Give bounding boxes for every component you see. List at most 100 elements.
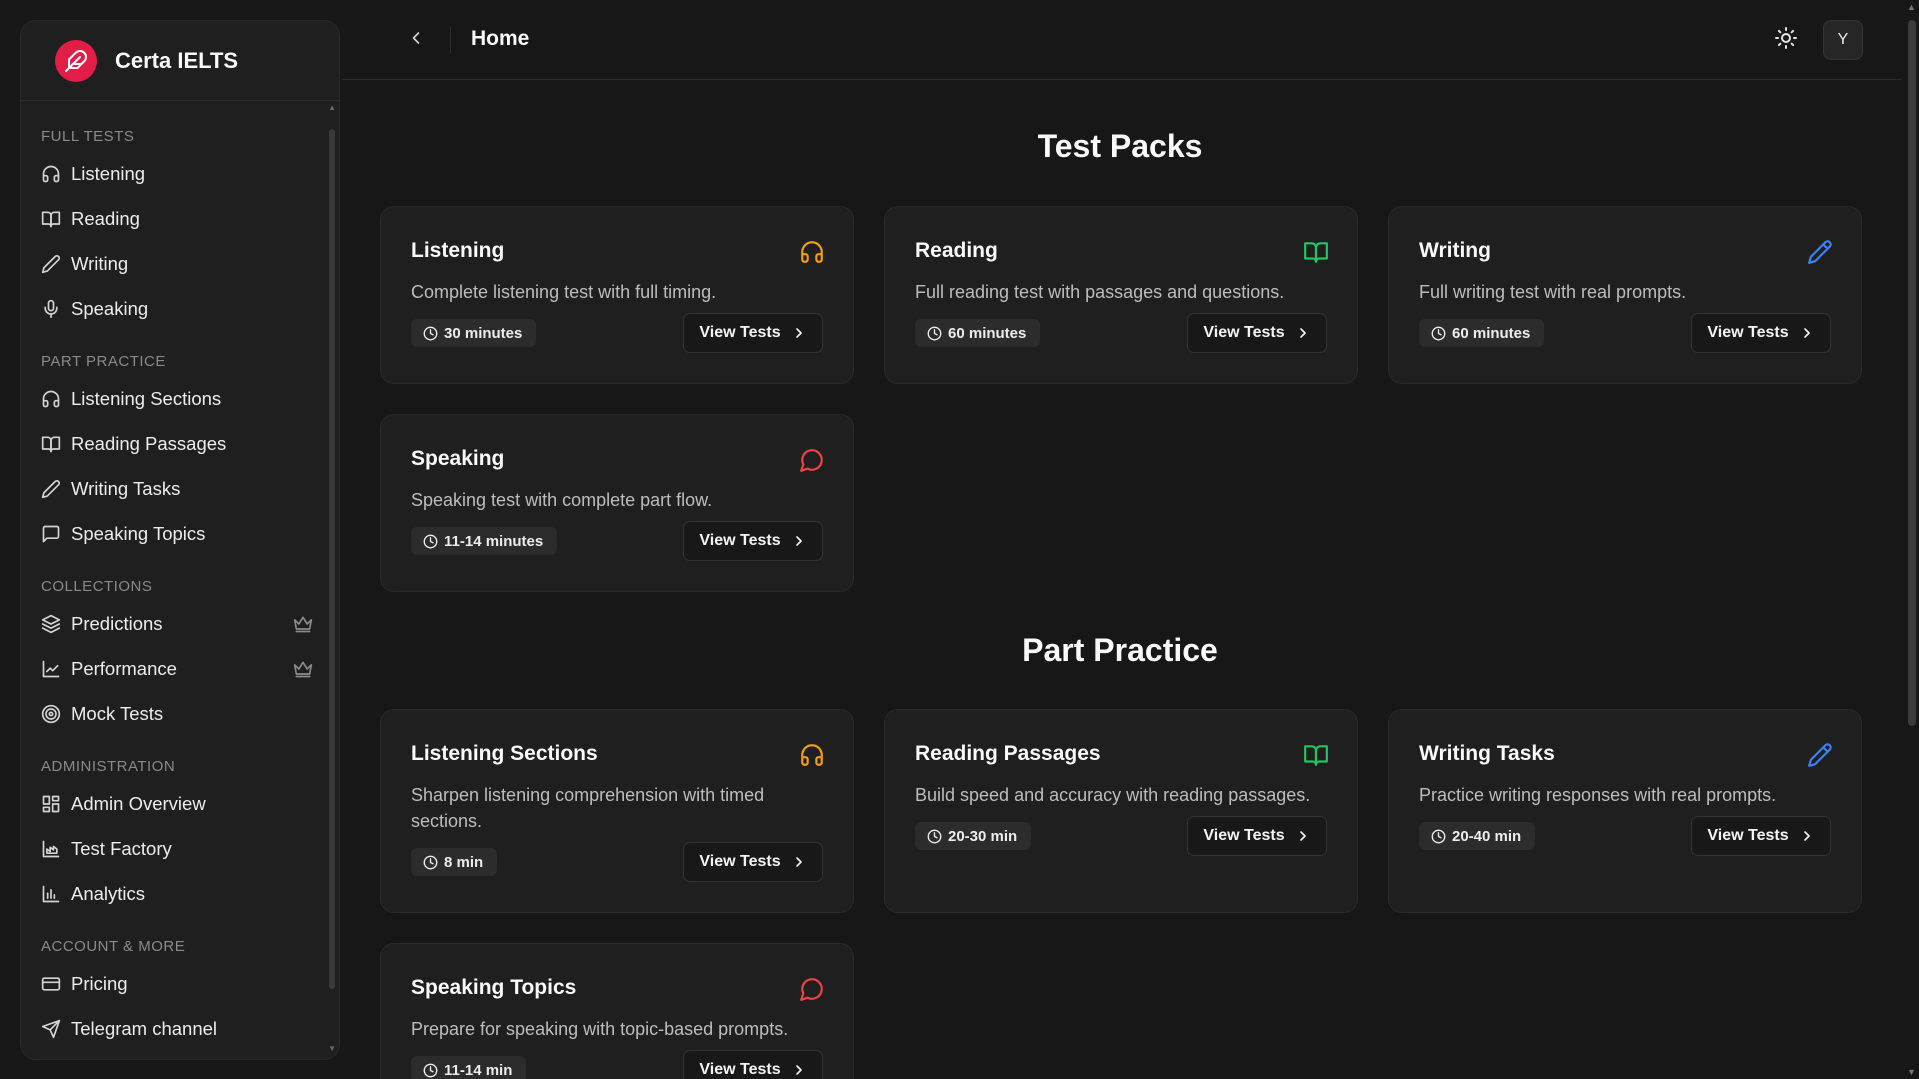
- card-description: Complete listening test with full timing…: [411, 282, 717, 302]
- sidebar-item-speaking[interactable]: Speaking: [21, 286, 321, 331]
- book-icon: [41, 434, 61, 454]
- main-scrollbar[interactable]: ▲ ▼: [1904, 0, 1919, 1079]
- card-title: Listening: [411, 239, 505, 262]
- sidebar-item-label: Reading: [71, 207, 140, 229]
- duration-text: 20-30 min: [948, 827, 1018, 845]
- headphones-icon: [799, 742, 825, 768]
- duration-badge: 11-14 min: [411, 1056, 527, 1079]
- avatar[interactable]: Y: [1823, 20, 1863, 60]
- book-icon: [1303, 742, 1329, 768]
- chevron-right-icon: [791, 1062, 807, 1078]
- credit-card-icon: [41, 974, 61, 994]
- clock-icon: [927, 326, 942, 341]
- chevron-right-icon: [1295, 828, 1311, 844]
- chat-icon: [41, 524, 61, 544]
- button-label: View Tests: [699, 532, 781, 549]
- sidebar-scrollbar-thumb[interactable]: [329, 129, 335, 989]
- duration-badge: 20-40 min: [1419, 822, 1536, 850]
- sidebar-item-label: Reading Passages: [71, 432, 227, 454]
- sidebar-item-label: Speaking: [71, 297, 149, 319]
- clock-icon: [1431, 326, 1446, 341]
- sidebar-item-writing[interactable]: Writing: [21, 241, 321, 286]
- sidebar-item-listening-sections[interactable]: Listening Sections: [21, 376, 321, 421]
- pencil-icon: [41, 479, 61, 499]
- app-root: Certa IELTS FULL TESTS Listening Reading…: [0, 0, 1919, 1079]
- sidebar-scrollbar[interactable]: [329, 129, 335, 989]
- sidebar-item-writing-tasks[interactable]: Writing Tasks: [21, 466, 321, 511]
- back-button[interactable]: [402, 26, 430, 54]
- mic-icon: [41, 299, 61, 319]
- brand[interactable]: Certa IELTS: [21, 21, 339, 101]
- sidebar-item-analytics[interactable]: Analytics: [21, 871, 321, 916]
- pencil-icon: [1807, 239, 1833, 265]
- pencil-icon: [41, 254, 61, 274]
- chevron-left-icon: [406, 28, 426, 53]
- top-header: Home Y: [342, 0, 1902, 80]
- sidebar-item-label: Predictions: [71, 612, 163, 634]
- card-title: Reading Passages: [915, 742, 1101, 765]
- target-icon: [41, 704, 61, 724]
- clock-icon: [423, 855, 438, 870]
- sidebar-item-label: Mock Tests: [71, 702, 164, 724]
- card-title: Writing: [1419, 239, 1491, 262]
- button-label: View Tests: [699, 324, 781, 341]
- feather-logo-icon: [55, 39, 97, 82]
- scroll-down-icon[interactable]: ▼: [1907, 1067, 1916, 1077]
- page-title: Home: [471, 27, 530, 50]
- view-tests-button[interactable]: View Tests: [1187, 313, 1327, 353]
- sidebar-item-reading[interactable]: Reading: [21, 196, 321, 241]
- button-label: View Tests: [1707, 827, 1789, 844]
- sidebar-item-label: Admin Overview: [71, 792, 206, 814]
- view-tests-button[interactable]: View Tests: [683, 842, 823, 882]
- card-listening-sections: Listening Sections Sharpen listening com…: [380, 709, 854, 913]
- sidebar-item-admin-overview[interactable]: Admin Overview: [21, 781, 321, 826]
- card-description: Prepare for speaking with topic-based pr…: [411, 1019, 789, 1039]
- duration-text: 60 minutes: [1452, 324, 1531, 342]
- sidebar-item-label: Speaking Topics: [71, 522, 206, 544]
- button-label: View Tests: [699, 1061, 781, 1078]
- sidebar-item-mock-tests[interactable]: Mock Tests: [21, 691, 321, 736]
- sidebar-item-label: Telegram channel: [71, 1017, 218, 1039]
- clock-icon: [1431, 829, 1446, 844]
- sidebar-item-telegram-channel[interactable]: Telegram channel: [21, 1006, 321, 1051]
- sidebar-scroll-up-icon[interactable]: ▲: [328, 103, 336, 112]
- chevron-right-icon: [1295, 325, 1311, 341]
- sun-icon: [1774, 26, 1798, 55]
- view-tests-button[interactable]: View Tests: [1691, 816, 1831, 856]
- card-writing: Writing Full writing test with real prom…: [1388, 206, 1862, 384]
- duration-badge: 60 minutes: [1419, 319, 1545, 347]
- scroll-up-icon[interactable]: ▲: [1907, 2, 1916, 12]
- duration-text: 8 min: [444, 853, 484, 871]
- sidebar-item-pricing[interactable]: Pricing: [21, 961, 321, 1006]
- sidebar-item-test-factory[interactable]: Test Factory: [21, 826, 321, 871]
- chevron-right-icon: [791, 533, 807, 549]
- book-icon: [41, 209, 61, 229]
- chevron-right-icon: [1799, 828, 1815, 844]
- view-tests-button[interactable]: View Tests: [683, 313, 823, 353]
- card-description: Full reading test with passages and ques…: [915, 282, 1285, 302]
- clock-icon: [423, 326, 438, 341]
- card-speaking-topics: Speaking Topics Prepare for speaking wit…: [380, 943, 854, 1079]
- card-reading: Reading Full reading test with passages …: [884, 206, 1358, 384]
- sidebar-item-speaking-topics[interactable]: Speaking Topics: [21, 511, 321, 556]
- main-scrollbar-thumb[interactable]: [1908, 20, 1916, 726]
- sidebar-item-label: Pricing: [71, 972, 128, 994]
- view-tests-button[interactable]: View Tests: [1691, 313, 1831, 353]
- sidebar-item-reading-passages[interactable]: Reading Passages: [21, 421, 321, 466]
- theme-toggle-button[interactable]: [1768, 22, 1804, 58]
- sidebar-scroll-down-icon[interactable]: ▼: [328, 1044, 336, 1053]
- view-tests-button[interactable]: View Tests: [1187, 816, 1327, 856]
- view-tests-button[interactable]: View Tests: [683, 1050, 823, 1079]
- sidebar-item-listening[interactable]: Listening: [21, 151, 321, 196]
- sidebar-item-predictions[interactable]: Predictions: [21, 601, 321, 646]
- duration-text: 11-14 min: [444, 1061, 513, 1079]
- card-title: Reading: [915, 239, 998, 262]
- card-listening: Listening Complete listening test with f…: [380, 206, 854, 384]
- sidebar-item-performance[interactable]: Performance: [21, 646, 321, 691]
- card-description: Speaking test with complete part flow.: [411, 490, 713, 510]
- headphones-icon: [799, 239, 825, 265]
- view-tests-button[interactable]: View Tests: [683, 521, 823, 561]
- card-reading-passages: Reading Passages Build speed and accurac…: [884, 709, 1358, 913]
- sidebar-item-label: Test Factory: [71, 837, 172, 859]
- card-description: Build speed and accuracy with reading pa…: [915, 785, 1311, 805]
